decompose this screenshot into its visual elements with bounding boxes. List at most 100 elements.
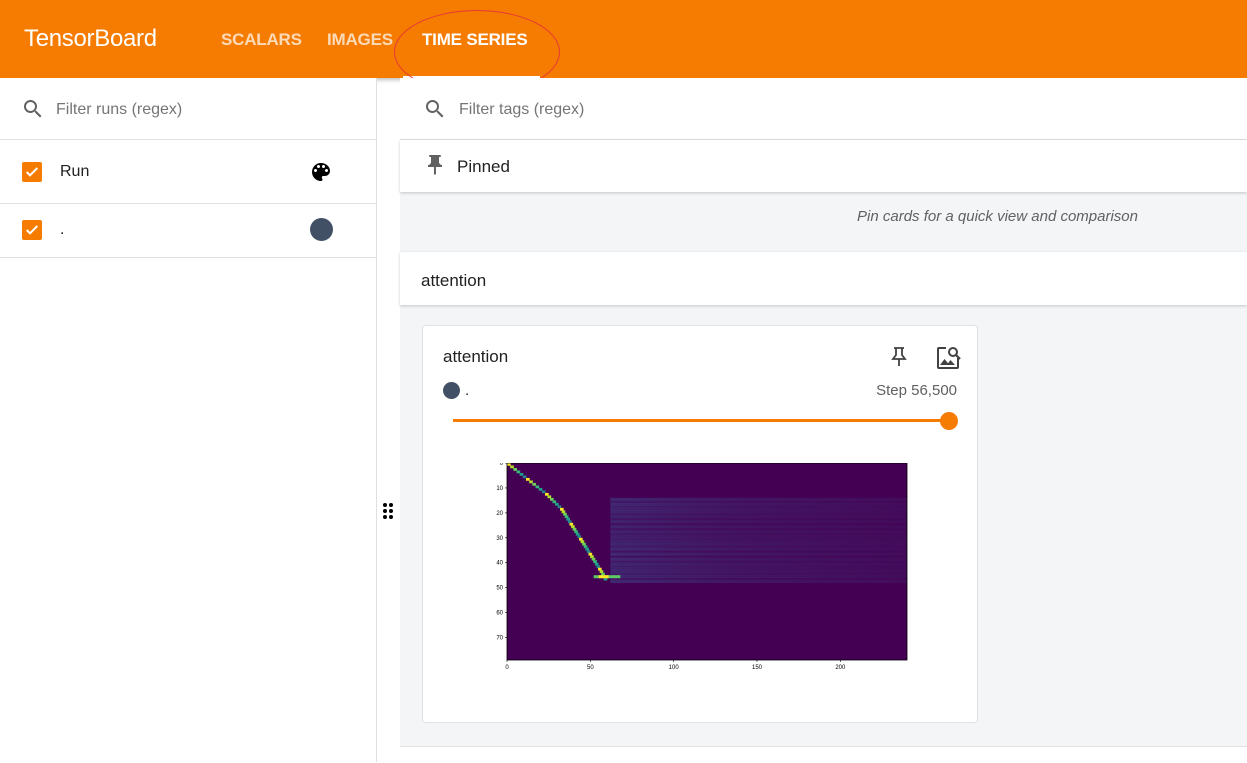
- heatmap-band: [610, 532, 907, 536]
- heatmap-band: [610, 555, 907, 559]
- y-tick-label: 70: [496, 636, 503, 642]
- attention-cell: [552, 500, 557, 504]
- attention-cell: [555, 502, 559, 506]
- heatmap-band: [610, 502, 907, 506]
- y-tick-label: 0: [500, 463, 504, 467]
- y-tick-label: 60: [496, 611, 503, 617]
- card-step-label: Step 56,500: [876, 382, 957, 399]
- attention-cell: [579, 537, 583, 541]
- attention-cell: [601, 572, 605, 576]
- heatmap-band: [610, 537, 907, 541]
- heatmap-band: [610, 547, 907, 551]
- attention-cell: [560, 507, 564, 511]
- heatmap-band: [610, 565, 907, 569]
- attention-cell: [593, 560, 597, 564]
- attention-cell: [507, 463, 511, 466]
- attention-cell: [547, 495, 552, 499]
- tag-group-title: attention: [421, 271, 487, 290]
- check-icon: [25, 167, 39, 177]
- attention-cell: [594, 562, 599, 566]
- heatmap-band: [610, 570, 907, 574]
- attention-cell: [563, 512, 567, 516]
- y-tick-label: 10: [496, 486, 503, 492]
- attention-cell: [585, 547, 589, 551]
- attention-cell: [596, 565, 601, 569]
- attention-cell: [564, 515, 569, 519]
- attention-cell: [577, 535, 582, 539]
- card-title: attention: [443, 347, 509, 366]
- card-run-color: [443, 382, 460, 399]
- x-tick-label: 100: [669, 665, 680, 671]
- attention-cell: [566, 517, 570, 521]
- heatmap-band: [610, 510, 907, 514]
- pin-icon: [428, 155, 442, 175]
- attention-cell: [588, 552, 593, 556]
- card-run-name: .: [465, 382, 470, 399]
- heatmap-band: [610, 530, 907, 534]
- attention-cell: [598, 567, 602, 571]
- image-search-icon[interactable]: [934, 344, 962, 372]
- tab-images[interactable]: IMAGES: [327, 30, 393, 50]
- x-tick-label: 50: [587, 665, 594, 671]
- heatmap-band: [610, 522, 907, 526]
- attention-cell: [580, 540, 585, 544]
- tags-filter-input[interactable]: [457, 97, 1061, 123]
- tag-group-header[interactable]: attention: [400, 252, 1247, 305]
- heatmap-band: [610, 527, 907, 531]
- runs-filter-input[interactable]: [54, 97, 358, 123]
- attention-cell: [591, 557, 596, 561]
- heatmap-band: [610, 500, 907, 504]
- heatmap-band: [610, 520, 907, 524]
- pinned-empty-message: Pin cards for a quick view and compariso…: [857, 208, 1138, 225]
- attention-cell: [574, 530, 578, 534]
- heatmap-band: [610, 572, 907, 576]
- attention-cell: [599, 570, 604, 574]
- drag-handle-icon[interactable]: [382, 502, 394, 520]
- heatmap-band: [610, 517, 907, 521]
- x-tick-label: 200: [835, 665, 846, 671]
- y-tick-label: 40: [496, 561, 503, 567]
- attention-cell: [538, 487, 543, 491]
- runs-search-row: [0, 78, 376, 140]
- run-row: .: [0, 204, 376, 258]
- heatmap-band: [610, 550, 907, 554]
- attention-cell: [583, 545, 588, 549]
- heatmap-band: [610, 512, 907, 516]
- attention-cell: [541, 490, 546, 494]
- attention-cell: [586, 550, 591, 554]
- attention-cell: [532, 482, 536, 486]
- attention-cell: [567, 520, 572, 524]
- heatmap-band: [610, 580, 907, 583]
- attention-cell: [529, 480, 533, 484]
- heatmap-band: [610, 535, 907, 539]
- pinned-section-header: Pinned: [400, 140, 1247, 192]
- attention-cell: [545, 492, 549, 496]
- step-slider-thumb[interactable]: [940, 412, 958, 430]
- pinned-title: Pinned: [457, 157, 510, 176]
- next-section: [400, 746, 1247, 763]
- heatmap-band: [610, 540, 907, 544]
- runs-sidebar: Run .: [0, 78, 377, 762]
- attention-cell: [572, 527, 577, 531]
- run-label: Run: [60, 163, 90, 180]
- heatmap-band: [610, 497, 907, 501]
- attention-cell: [535, 485, 540, 489]
- heatmap-band: [610, 552, 907, 556]
- palette-icon[interactable]: [309, 160, 333, 184]
- heatmap-band: [610, 525, 907, 529]
- attention-cell: [590, 555, 594, 559]
- step-slider-track[interactable]: [453, 419, 947, 422]
- run-checkbox-all[interactable]: [22, 162, 42, 182]
- tab-time-series[interactable]: TIME SERIES: [422, 30, 528, 50]
- run-color-swatch[interactable]: [310, 218, 333, 241]
- main-panel: Pinned Pin cards for a quick view and co…: [400, 78, 1247, 763]
- heatmap-band: [610, 545, 907, 549]
- pin-icon[interactable]: [889, 346, 909, 368]
- attention-heatmap: 0 50 100 150 200 0 10 20 30 40 50 60 70: [496, 463, 908, 671]
- tab-scalars[interactable]: SCALARS: [221, 30, 302, 50]
- heatmap-band: [610, 575, 907, 579]
- app-title: TensorBoard: [24, 25, 157, 52]
- x-tick-label: 0: [505, 665, 509, 671]
- run-row-header: Run: [0, 140, 376, 204]
- run-checkbox[interactable]: [22, 220, 42, 240]
